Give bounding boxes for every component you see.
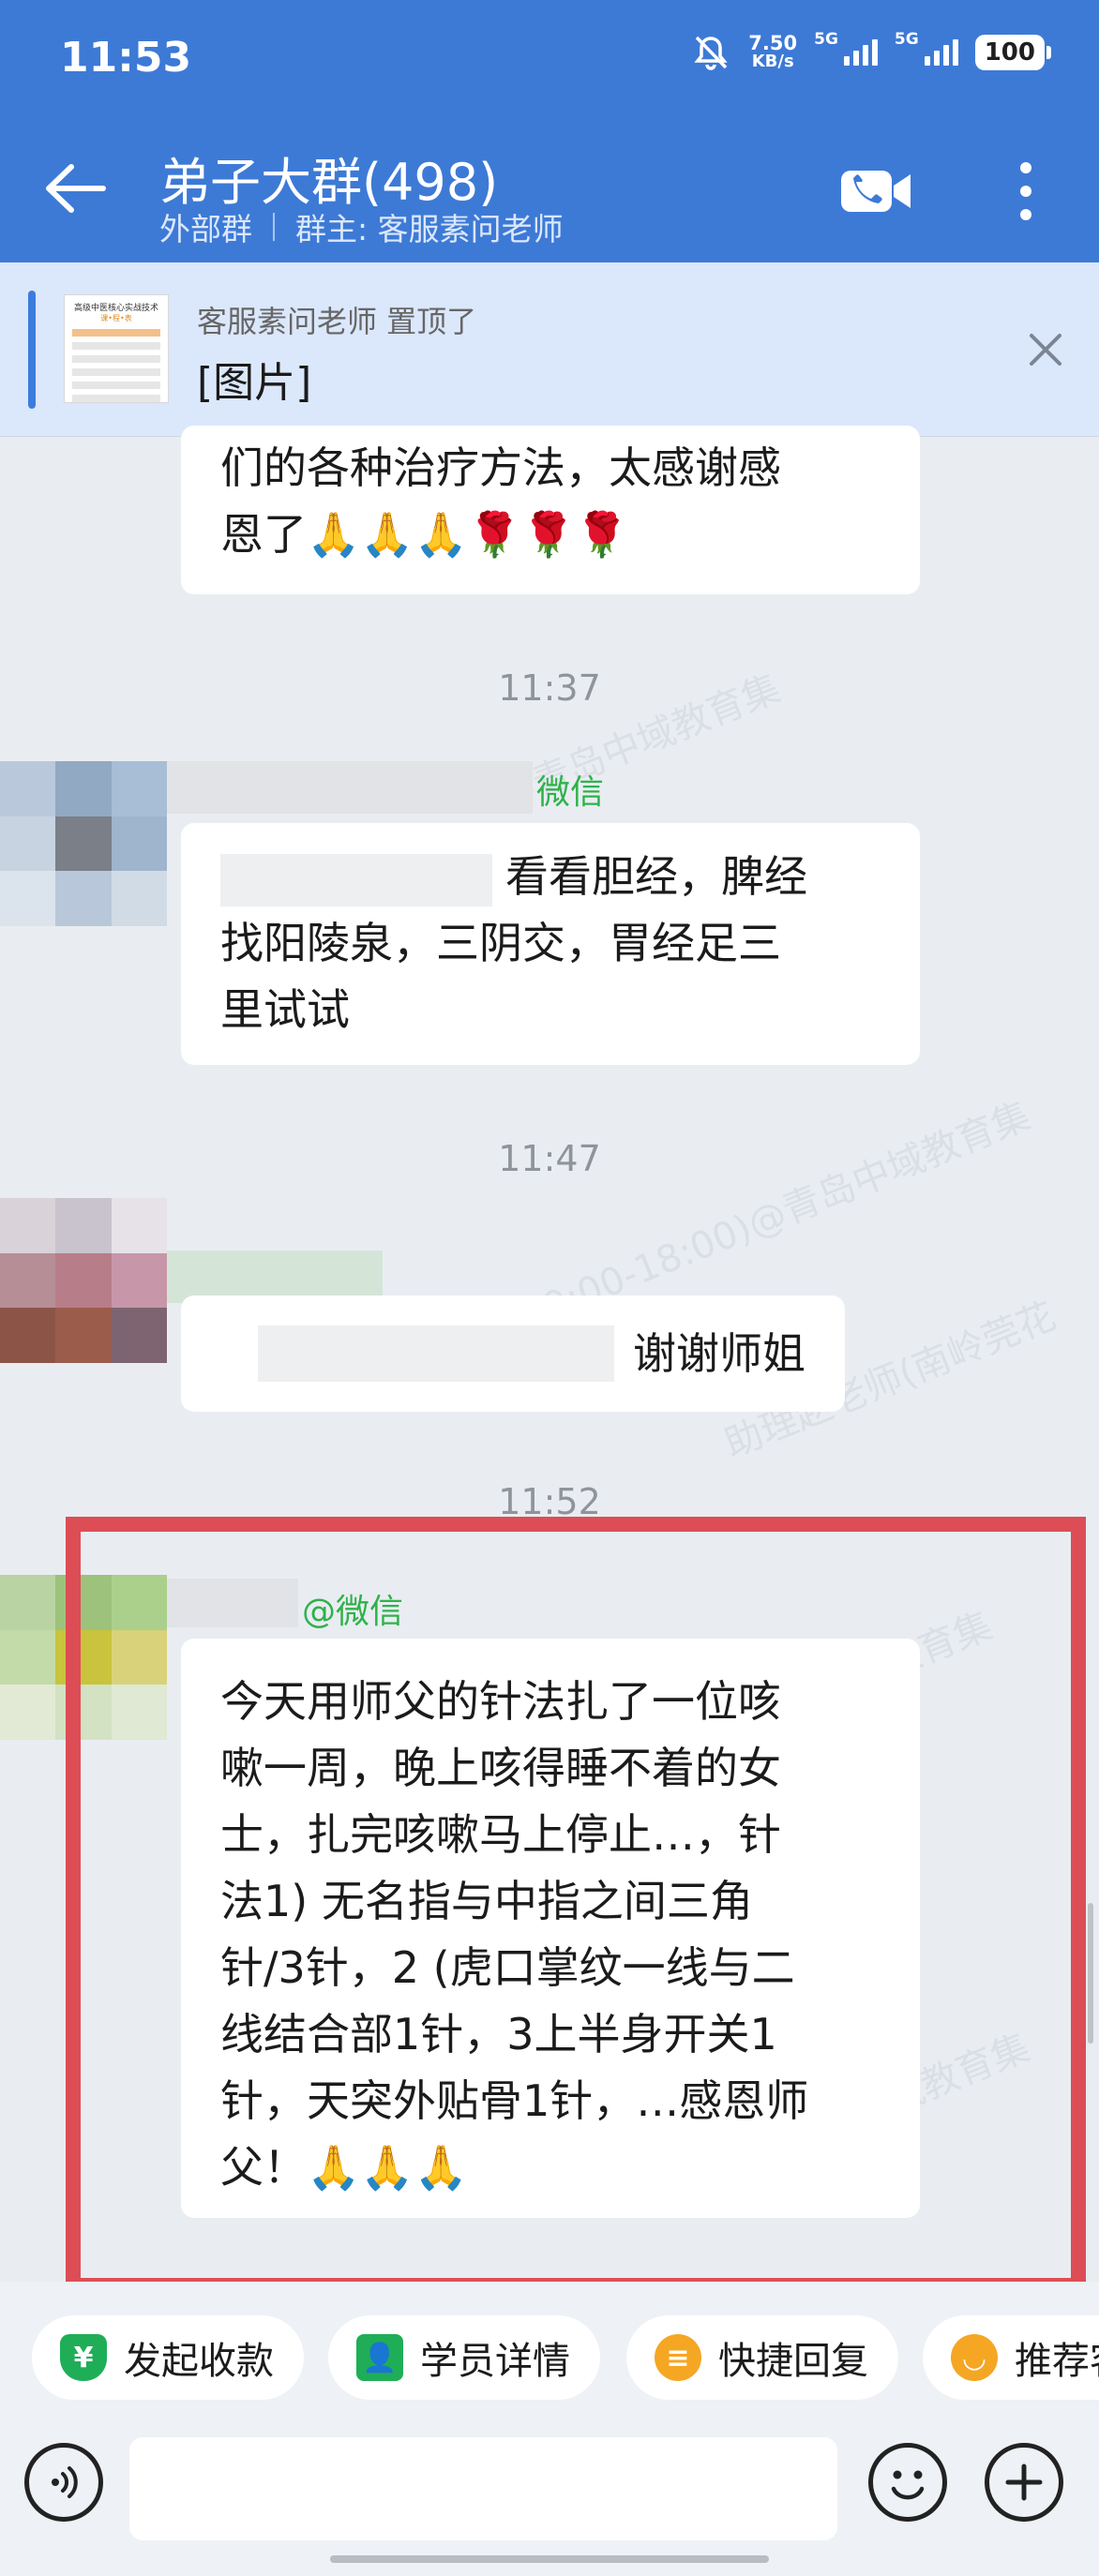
- more-options-button[interactable]: [1003, 156, 1048, 227]
- mute-bell-icon: [694, 36, 728, 70]
- message-text-line: 里试试: [220, 984, 350, 1035]
- dot-icon: [1020, 161, 1031, 173]
- message-bubble[interactable]: 们的各种治疗方法，太感谢感 恩了🙏🙏🙏🌹🌹🌹: [181, 426, 920, 594]
- avatar[interactable]: [0, 761, 167, 926]
- close-icon[interactable]: [1024, 328, 1067, 371]
- signal-icon-sim2: 5G: [895, 30, 958, 66]
- person-card-icon: 👤: [356, 2334, 403, 2381]
- sender-name: 微信: [536, 773, 605, 812]
- message-bubble[interactable]: 谢谢师姐: [181, 1295, 845, 1412]
- input-bar: [0, 2422, 1099, 2576]
- timestamp: 11:37: [498, 667, 601, 709]
- message-text-line: 找阳陵泉，三阴交，胃经足三: [220, 918, 781, 968]
- pinned-accent-line: [28, 291, 36, 409]
- smile-icon: [891, 2470, 925, 2500]
- status-icons: 7.50 KB/s 5G 5G 100: [690, 30, 1052, 73]
- scrollbar[interactable]: [1088, 1903, 1093, 2044]
- top-bar: 11:53 7.50 KB/s 5G 5G 100 弟子大群(498) 外部群 …: [0, 0, 1099, 262]
- group-type-label: 外部群: [159, 211, 252, 247]
- back-arrow-icon[interactable]: [38, 156, 113, 221]
- home-indicator: [330, 2555, 769, 2563]
- note-icon: ≡: [655, 2334, 701, 2381]
- start-payment-button[interactable]: ¥ 发起收款: [32, 2315, 304, 2400]
- quick-reply-button[interactable]: ≡ 快捷回复: [626, 2315, 898, 2400]
- video-call-icon[interactable]: [839, 165, 914, 217]
- chat-icon: ◡: [951, 2334, 998, 2381]
- message-text: 谢谢师姐: [633, 1327, 805, 1379]
- red-highlight-annotation: [66, 1517, 1086, 2293]
- pinned-image-thumbnail[interactable]: 高级中医核心实战技术 课•程•表: [64, 294, 169, 403]
- message-text-line: 看看胆经，脾经: [505, 851, 807, 902]
- dot-icon: [1020, 185, 1031, 197]
- battery-icon: 100: [974, 35, 1052, 70]
- avatar[interactable]: [0, 1198, 167, 1363]
- emoji-praying-roses: 🙏🙏🙏🌹🌹🌹: [307, 509, 629, 560]
- group-owner-label: 群主: 客服素问老师: [295, 211, 564, 247]
- emoji-button[interactable]: [868, 2443, 947, 2522]
- student-details-button[interactable]: 👤 学员详情: [328, 2315, 600, 2400]
- pinned-by-label: 客服素问老师 置顶了: [197, 304, 477, 339]
- message-text-line: 恩了: [220, 509, 307, 560]
- more-plus-button[interactable]: [985, 2443, 1063, 2522]
- net-speed: 7.50 KB/s: [748, 32, 798, 71]
- voice-icon: [52, 2466, 78, 2498]
- pinned-message-bar[interactable]: 高级中医核心实战技术 课•程•表 客服素问老师 置顶了 [图片]: [0, 262, 1099, 437]
- blurred-text: [258, 1325, 614, 1382]
- timestamp: 11:47: [498, 1138, 601, 1179]
- quick-action-bar: ¥ 发起收款 👤 学员详情 ≡ 快捷回复 ◡ 推荐客: [0, 2282, 1099, 2422]
- watermark: 9:00-18:00)@青岛中域教育集: [537, 1094, 1037, 1330]
- sender-name-blurred: [167, 761, 533, 814]
- message-text-line: 们的各种治疗方法，太感谢感: [220, 442, 781, 493]
- recommend-button[interactable]: ◡ 推荐客: [923, 2315, 1099, 2400]
- plus-icon: [1005, 2464, 1043, 2501]
- divider: [273, 213, 275, 241]
- pinned-content: [图片]: [197, 359, 312, 407]
- chat-subtitle: 外部群 群主: 客服素问老师: [159, 204, 564, 249]
- message-input[interactable]: [129, 2437, 837, 2540]
- signal-icon-sim1: 5G: [814, 30, 878, 66]
- dot-icon: [1020, 209, 1031, 221]
- message-bubble[interactable]: 看看胆经，脾经 找阳陵泉，三阴交，胃经足三 里试试: [181, 823, 920, 1065]
- status-time: 11:53: [60, 34, 192, 82]
- yuan-shield-icon: ¥: [60, 2334, 107, 2381]
- blurred-text: [220, 853, 492, 906]
- voice-input-button[interactable]: [24, 2443, 103, 2522]
